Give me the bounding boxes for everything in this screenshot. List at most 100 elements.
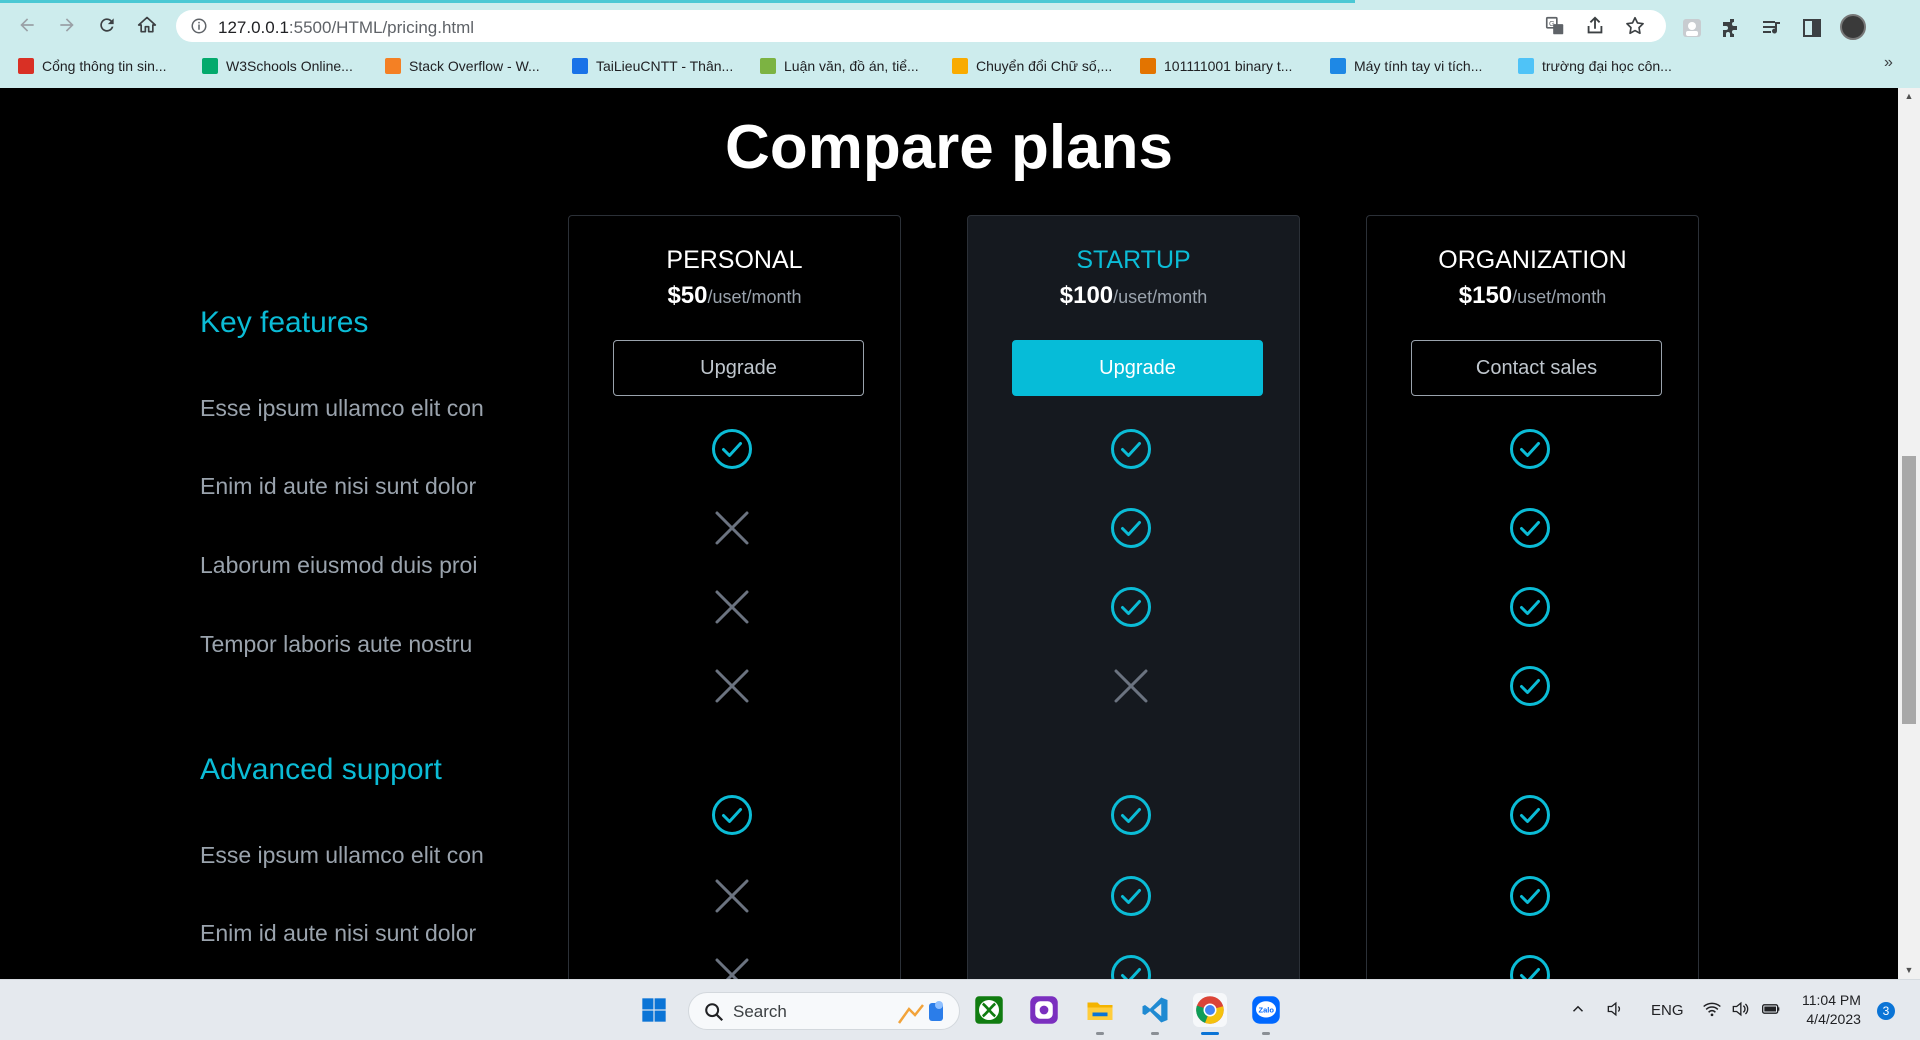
check-icon (711, 794, 753, 836)
check-icon (1509, 428, 1551, 470)
extensions-icon[interactable] (1720, 16, 1744, 40)
feature-label: Enim id aute nisi sunt dolor (200, 920, 477, 946)
price-unit: /uset/month (707, 287, 802, 307)
upgrade-button[interactable]: Upgrade (1012, 340, 1263, 396)
cross-icon (711, 954, 753, 979)
plan-name: PERSONAL (666, 246, 803, 274)
forward-icon[interactable] (54, 12, 80, 38)
clock-date: 4/4/2023 (1806, 1011, 1861, 1027)
running-indicator (1262, 1032, 1270, 1035)
cross-icon (1110, 665, 1152, 707)
bookmark-favicon-icon (385, 58, 401, 74)
check-icon (1509, 954, 1551, 979)
url-path: :5500/HTML/pricing.html (288, 18, 475, 37)
system-clock[interactable]: 11:04 PM 4/4/2023 (1802, 991, 1861, 1029)
profile-avatar[interactable] (1840, 14, 1866, 40)
tray-overflow-icon[interactable] (1569, 1000, 1587, 1022)
vscode-icon[interactable] (1138, 993, 1172, 1027)
audio-device-icon[interactable] (1605, 999, 1625, 1023)
taskbar-search[interactable]: Search (688, 992, 960, 1030)
media-control-icon[interactable] (1760, 16, 1784, 40)
section-title-advanced-support: Advanced support (200, 753, 442, 786)
bookmark-label: trường đại học côn... (1542, 58, 1672, 74)
bookmark-item[interactable]: Luận văn, đồ án, tiể... (760, 55, 919, 77)
plan-price: $100/uset/month (968, 282, 1299, 310)
upgrade-button[interactable]: Upgrade (613, 340, 864, 396)
check-icon (1110, 794, 1152, 836)
wifi-icon[interactable] (1702, 999, 1722, 1023)
check-icon (1110, 507, 1152, 549)
language-indicator[interactable]: ENG (1651, 1002, 1684, 1019)
bookmark-favicon-icon (1140, 58, 1156, 74)
bookmark-favicon-icon (18, 58, 34, 74)
bookmark-label: TaiLieuCNTT - Thân... (596, 58, 734, 74)
price-amount: $50 (667, 282, 708, 309)
bookmarks-bar: Cổng thông tin sin... W3Schools Online...… (0, 50, 1920, 80)
bookmark-label: Cổng thông tin sin... (42, 58, 167, 74)
start-menu-icon[interactable] (637, 993, 671, 1027)
xbox-app-icon[interactable] (972, 993, 1006, 1027)
browser-chrome: 127.0.0.1:5500/HTML/pricing.html G Cổng … (0, 0, 1920, 88)
bookmark-item[interactable]: trường đại học côn... (1518, 55, 1672, 77)
bookmark-favicon-icon (1330, 58, 1346, 74)
cross-icon (711, 875, 753, 917)
side-panel-icon[interactable] (1800, 16, 1824, 40)
bookmark-favicon-icon (760, 58, 776, 74)
chrome-icon[interactable] (1193, 993, 1227, 1027)
address-text[interactable]: 127.0.0.1:5500/HTML/pricing.html (218, 18, 474, 38)
contact-sales-button[interactable]: Contact sales (1411, 340, 1662, 396)
translate-icon[interactable]: G (1544, 15, 1566, 37)
zalo-icon[interactable]: Zalo (1249, 993, 1283, 1027)
bookmark-label: Chuyển đổi Chữ số,... (976, 58, 1113, 74)
check-icon (1110, 954, 1152, 979)
file-explorer-icon[interactable] (1083, 993, 1117, 1027)
feature-label: Tempor laboris aute nostru (200, 631, 473, 657)
back-icon[interactable] (14, 12, 40, 38)
camera-app-icon[interactable] (1027, 993, 1061, 1027)
reload-icon[interactable] (94, 12, 120, 38)
bookmark-item[interactable]: W3Schools Online... (202, 55, 353, 77)
section-title-key-features: Key features (200, 306, 369, 339)
site-info-icon[interactable] (190, 17, 208, 35)
check-icon (1110, 586, 1152, 628)
page-title: Compare plans (725, 113, 1173, 182)
profile-extension-icon[interactable] (1680, 16, 1704, 40)
scroll-thumb[interactable] (1902, 456, 1916, 724)
price-unit: /uset/month (1512, 287, 1607, 307)
scroll-up-icon[interactable]: ▲ (1903, 91, 1915, 101)
url-host: 127.0.0.1 (218, 18, 289, 37)
address-bar[interactable]: 127.0.0.1:5500/HTML/pricing.html G (176, 10, 1666, 42)
feature-label: Esse ipsum ullamco elit con (200, 842, 484, 868)
home-icon[interactable] (134, 12, 160, 38)
cross-icon (711, 507, 753, 549)
plan-name: ORGANIZATION (1438, 246, 1627, 274)
page-viewport: Compare plans Key features Esse ipsum ul… (0, 88, 1898, 979)
volume-icon[interactable] (1730, 999, 1750, 1023)
page-scrollbar[interactable]: ▲ ▼ (1898, 88, 1920, 979)
bookmark-item[interactable]: Chuyển đổi Chữ số,... (952, 55, 1112, 77)
bookmark-favicon-icon (572, 58, 588, 74)
bookmark-star-icon[interactable] (1624, 15, 1646, 37)
bookmark-label: Stack Overflow - W... (409, 58, 540, 74)
bookmark-item[interactable]: Máy tính tay vi tích... (1330, 55, 1482, 77)
check-icon (1509, 586, 1551, 628)
check-icon (1110, 428, 1152, 470)
running-indicator (1096, 1032, 1104, 1035)
share-icon[interactable] (1584, 15, 1606, 37)
battery-icon[interactable] (1760, 999, 1782, 1023)
bookmark-item[interactable]: TaiLieuCNTT - Thân... (572, 55, 733, 77)
scroll-down-icon[interactable]: ▼ (1903, 965, 1915, 975)
check-icon (1509, 794, 1551, 836)
page-load-progress (0, 0, 1355, 3)
bookmark-item[interactable]: Stack Overflow - W... (385, 55, 540, 77)
bookmark-item[interactable]: Cổng thông tin sin... (18, 55, 167, 77)
bookmarks-more-button[interactable]: » (1884, 54, 1893, 72)
feature-label: Laborum eiusmod duis proi (200, 552, 478, 578)
plan-price: $150/uset/month (1367, 282, 1698, 310)
search-icon (703, 1001, 725, 1023)
clock-time: 11:04 PM (1802, 992, 1861, 1008)
bookmark-favicon-icon (1518, 58, 1534, 74)
bookmark-item[interactable]: 101111001 binary t... (1140, 55, 1292, 77)
notification-badge[interactable]: 3 (1877, 1002, 1895, 1020)
search-highlight-icon (895, 997, 951, 1032)
